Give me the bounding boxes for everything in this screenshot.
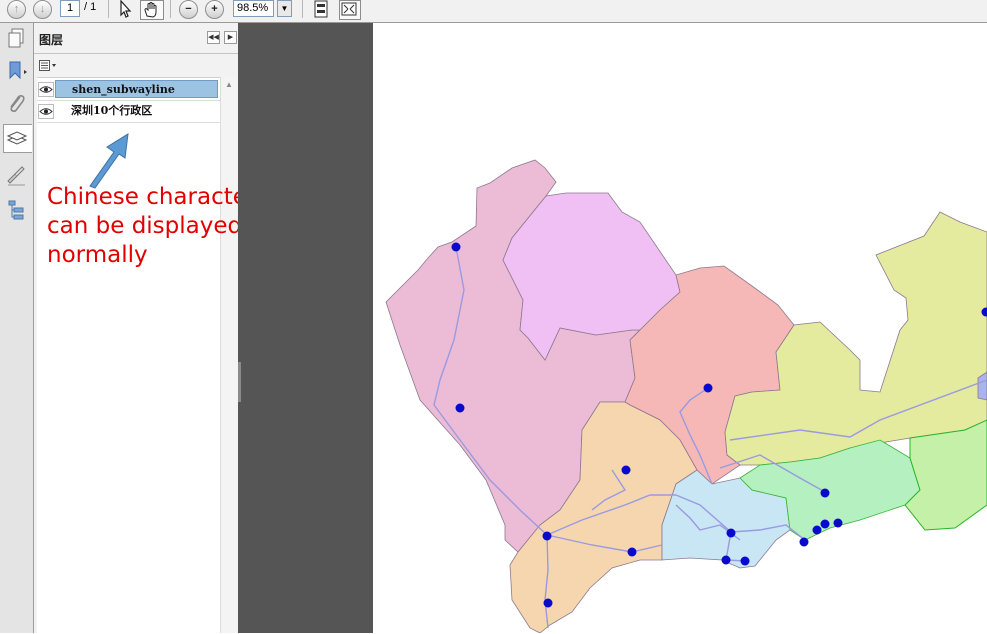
layer-visibility-toggle[interactable] (38, 104, 54, 119)
scroll-up-arrow-icon[interactable]: ▲ (225, 80, 233, 89)
layer-visibility-toggle[interactable] (38, 82, 54, 97)
layers-panel-button[interactable] (3, 124, 32, 153)
panel-header: 图层 ◀◀ ▶ (34, 23, 238, 54)
signature-pen-icon (3, 163, 30, 190)
cursor-arrow-icon (116, 0, 134, 18)
hand-tool-button[interactable] (140, 0, 164, 20)
layer-label: 深圳10个行政区 (55, 102, 218, 120)
options-menu-icon (39, 60, 59, 71)
eye-icon (39, 83, 53, 96)
bookmark-icon (3, 58, 30, 85)
paperclip-icon (3, 91, 30, 118)
pages-panel-button[interactable] (3, 26, 30, 53)
panel-options-button[interactable]: ▶ (224, 31, 237, 44)
zoom-level-input[interactable]: 98.5% (233, 0, 274, 17)
layer-options-button[interactable] (39, 60, 57, 71)
layer-item-districts[interactable]: 深圳10个行政区 (37, 101, 220, 123)
toolbar-separator (108, 0, 109, 18)
layer-label: shen_subwayline (55, 80, 218, 98)
eye-icon (39, 105, 53, 118)
zoom-dropdown-button[interactable]: ▼ (277, 0, 292, 17)
fit-page-icon (313, 0, 329, 18)
panel-title: 图层 (39, 31, 63, 48)
fit-page-button[interactable] (313, 0, 331, 18)
full-screen-icon (340, 1, 358, 17)
toolbar-separator (170, 0, 171, 18)
panel-splitter[interactable] (238, 362, 241, 402)
shenzhen-district-map (373, 23, 987, 633)
page-total: / 1 (84, 1, 96, 19)
signatures-panel-button[interactable] (3, 163, 30, 190)
zoom-out-button[interactable]: − (179, 0, 198, 19)
previous-page-button[interactable]: ↑ (7, 0, 26, 19)
pdf-page (373, 23, 987, 633)
layer-list-scrollbar[interactable]: ▲ (220, 77, 237, 633)
select-tool-button[interactable] (116, 0, 134, 18)
attachments-panel-button[interactable] (3, 91, 30, 118)
annotation-arrow-icon (80, 128, 136, 190)
full-screen-button[interactable] (339, 0, 361, 20)
model-tree-panel-button[interactable] (3, 196, 30, 223)
layers-panel: 图层 ◀◀ ▶ shen_subwayline 深圳10个行政区 ▲ (34, 23, 238, 633)
pages-icon (3, 26, 30, 53)
layers-icon (4, 125, 31, 152)
next-page-button[interactable]: ↓ (33, 0, 52, 19)
zoom-in-button[interactable]: + (205, 0, 224, 19)
hand-icon (141, 1, 161, 18)
page-number-input[interactable]: 1 (60, 0, 80, 17)
toolbar: ↑ ↓ 1 / 1 − + 98.5% ▼ (0, 0, 987, 23)
layer-item-subwayline[interactable]: shen_subwayline (37, 79, 220, 101)
bookmarks-panel-button[interactable] (3, 58, 30, 85)
navigation-rail (0, 23, 34, 633)
district-far-east (905, 420, 987, 530)
collapse-panel-button[interactable]: ◀◀ (207, 31, 220, 44)
tree-structure-icon (3, 196, 30, 223)
toolbar-separator (302, 0, 303, 18)
